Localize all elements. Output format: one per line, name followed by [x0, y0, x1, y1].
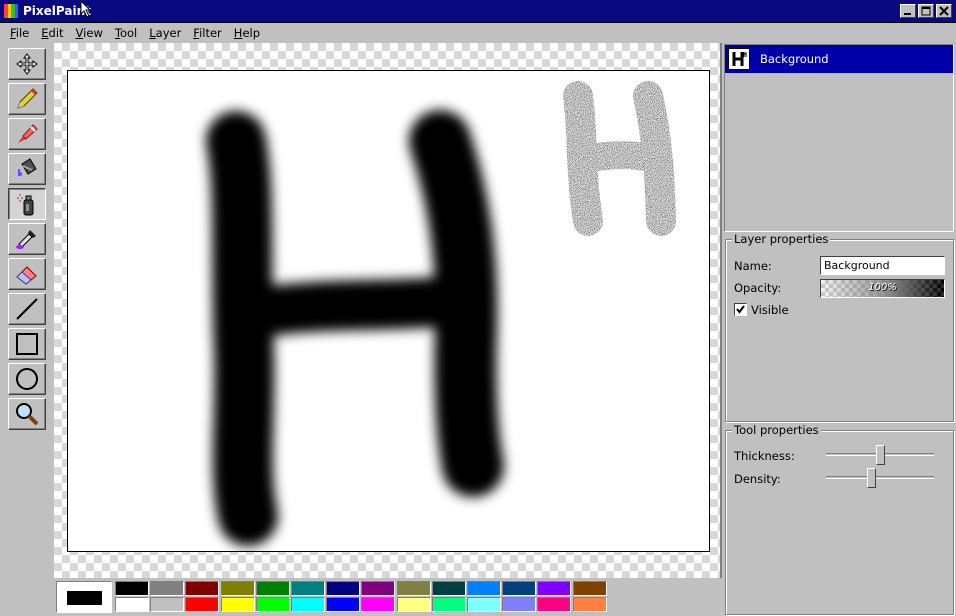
fill-tool[interactable] — [8, 153, 46, 185]
close-icon — [939, 6, 949, 16]
layer-name-input[interactable] — [820, 256, 945, 275]
checkmark-icon — [736, 305, 745, 314]
drawing-canvas[interactable] — [67, 70, 710, 552]
color-swatch[interactable] — [537, 581, 572, 596]
pencil-tool[interactable] — [8, 83, 46, 115]
density-label: Density: — [734, 472, 781, 486]
bucket-icon — [14, 156, 40, 182]
maximize-icon — [921, 6, 931, 16]
color-picker-tool[interactable] — [8, 223, 46, 255]
color-swatch[interactable] — [291, 597, 325, 612]
layer-name: Background — [760, 52, 829, 66]
color-swatch[interactable] — [185, 597, 220, 612]
brush-icon — [14, 121, 40, 147]
color-swatch[interactable] — [361, 597, 396, 612]
eraser-icon — [14, 261, 40, 287]
menu-help[interactable]: Help — [228, 26, 266, 40]
eyedropper-icon — [14, 226, 40, 252]
density-slider[interactable] — [826, 468, 934, 488]
opacity-label: Opacity: — [734, 281, 782, 295]
color-swatch[interactable] — [326, 597, 361, 612]
layer-thumbnail-icon — [728, 48, 750, 70]
right-panel: Background Layer properties Name: Opacit… — [722, 43, 956, 616]
zoom-tool[interactable] — [8, 398, 46, 430]
color-swatch[interactable] — [431, 581, 466, 596]
magnifier-icon — [14, 401, 40, 427]
color-swatch[interactable] — [537, 597, 572, 612]
color-swatch[interactable] — [291, 581, 325, 596]
visible-checkbox[interactable] — [734, 303, 747, 316]
pencil-icon — [14, 86, 40, 112]
layer-row[interactable]: Background — [725, 45, 953, 73]
color-swatch[interactable] — [396, 597, 431, 612]
thickness-slider[interactable] — [826, 445, 934, 465]
mouse-cursor-icon — [80, 0, 92, 18]
color-swatch[interactable] — [185, 581, 220, 596]
toolbox — [0, 43, 54, 616]
line-tool[interactable] — [8, 293, 46, 325]
maximize-button[interactable] — [918, 4, 934, 18]
app-icon — [4, 4, 18, 18]
opacity-slider[interactable]: 100% — [820, 279, 945, 298]
canvas-artwork — [206, 81, 676, 546]
move-icon — [15, 52, 39, 76]
color-swatch[interactable] — [572, 597, 607, 612]
airbrush-tool[interactable] — [8, 188, 46, 220]
ellipse-tool[interactable] — [8, 363, 46, 395]
thickness-label: Thickness: — [734, 449, 795, 463]
menu-view[interactable]: View — [70, 26, 109, 40]
density-slider-thumb[interactable] — [867, 468, 876, 488]
color-swatch[interactable] — [150, 581, 185, 596]
move-tool[interactable] — [8, 48, 46, 80]
close-button[interactable] — [936, 4, 952, 18]
rectangle-icon — [14, 331, 40, 357]
line-icon — [14, 296, 40, 322]
menu-bar: File Edit View Tool Layer Filter Help — [0, 23, 956, 43]
color-palette — [54, 578, 722, 616]
foreground-color[interactable] — [67, 591, 102, 605]
minimize-button[interactable] — [900, 4, 916, 18]
layer-properties-group: Layer properties Name: Opacity: 100% Vis… — [725, 232, 954, 422]
canvas-viewport[interactable] — [54, 43, 722, 578]
color-swatch[interactable] — [115, 581, 149, 596]
visible-label: Visible — [751, 303, 789, 317]
menu-filter[interactable]: Filter — [187, 26, 227, 40]
color-swatch[interactable] — [502, 597, 537, 612]
brush-tool[interactable] — [8, 118, 46, 150]
color-swatch[interactable] — [255, 581, 290, 596]
color-swatch[interactable] — [431, 597, 466, 612]
layer-properties-title: Layer properties — [732, 232, 831, 246]
menu-tool[interactable]: Tool — [109, 26, 143, 40]
opacity-value: 100% — [868, 282, 897, 293]
color-swatch[interactable] — [326, 581, 361, 596]
name-label: Name: — [734, 259, 772, 273]
menu-edit[interactable]: Edit — [35, 26, 69, 40]
thickness-slider-thumb[interactable] — [876, 445, 885, 465]
tool-properties-group: Tool properties Thickness: Density: — [725, 423, 954, 615]
tool-properties-title: Tool properties — [732, 423, 821, 437]
color-swatch[interactable] — [150, 597, 185, 612]
rectangle-tool[interactable] — [8, 328, 46, 360]
title-bar: PixelPaint — [0, 0, 956, 23]
color-swatch[interactable] — [467, 581, 501, 596]
menu-layer[interactable]: Layer — [143, 26, 187, 40]
ellipse-icon — [14, 366, 40, 392]
color-swatch[interactable] — [115, 597, 149, 612]
color-swatch[interactable] — [467, 597, 501, 612]
color-swatch[interactable] — [361, 581, 396, 596]
spray-can-icon — [14, 191, 40, 217]
color-swatch[interactable] — [220, 597, 255, 612]
color-swatch[interactable] — [572, 581, 607, 596]
current-color-well[interactable] — [56, 581, 112, 613]
color-swatch[interactable] — [255, 597, 290, 612]
menu-file[interactable]: File — [4, 26, 35, 40]
color-swatch[interactable] — [396, 581, 431, 596]
minimize-icon — [904, 13, 911, 15]
color-swatch[interactable] — [502, 581, 537, 596]
eraser-tool[interactable] — [8, 258, 46, 290]
layers-list[interactable]: Background — [724, 44, 954, 232]
color-swatch[interactable] — [220, 581, 255, 596]
